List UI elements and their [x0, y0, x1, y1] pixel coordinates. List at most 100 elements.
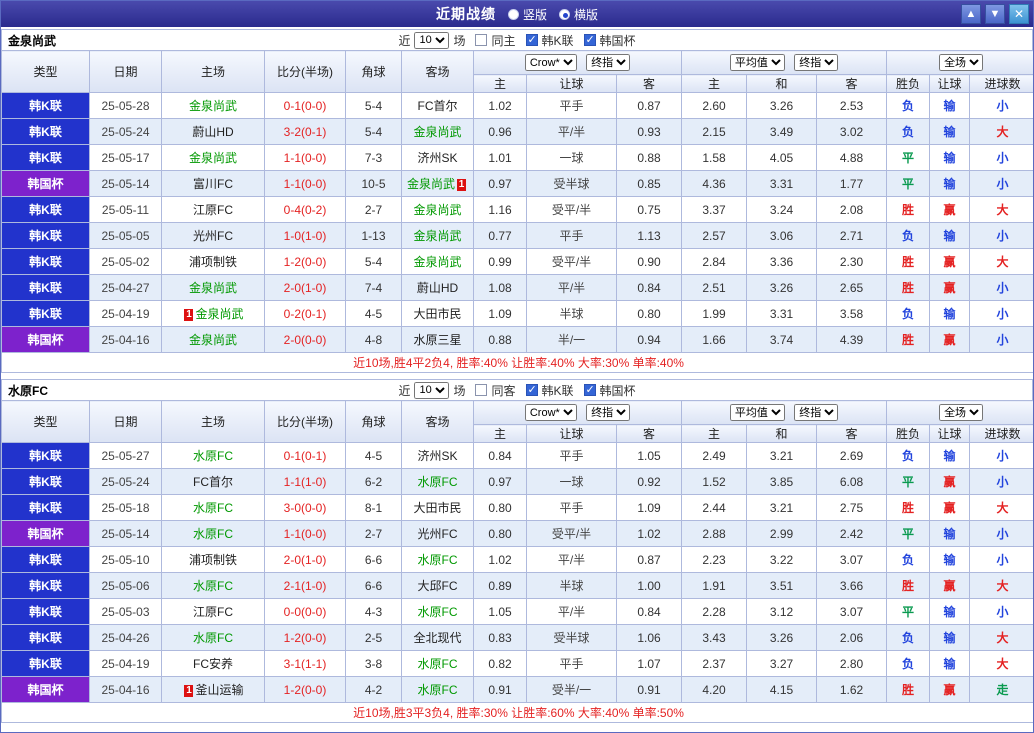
k-league-checkbox[interactable]	[525, 33, 538, 46]
avg-home-odds: 1.66	[681, 326, 748, 353]
team-link[interactable]: 光州FC	[418, 527, 458, 541]
highlighted-team-link[interactable]: 水原FC	[418, 553, 458, 567]
highlighted-team-link[interactable]: 金泉尚武	[195, 307, 243, 321]
radio-unselected-icon[interactable]	[507, 8, 519, 20]
avg-draw-odds: 3.36	[746, 248, 818, 275]
highlighted-team-link[interactable]: 金泉尚武	[413, 255, 461, 269]
team-link[interactable]: FC首尔	[193, 475, 233, 489]
team-link[interactable]: FC首尔	[418, 99, 458, 113]
close-button[interactable]: ✕	[1009, 4, 1029, 24]
korean-cup-checkbox[interactable]	[583, 33, 596, 46]
team-link[interactable]: 釜山运输	[195, 683, 243, 697]
highlighted-team-link[interactable]: 金泉尚武	[189, 151, 237, 165]
league-type-cell: 韩K联	[1, 300, 90, 327]
team-link[interactable]: 光州FC	[193, 229, 233, 243]
result-goals: 走	[969, 676, 1033, 703]
highlighted-team-link[interactable]: 水原FC	[193, 449, 233, 463]
odds-away: 1.07	[615, 650, 683, 677]
odds-home: 0.80	[473, 520, 527, 547]
scroll-down-button[interactable]: ▼	[985, 4, 1005, 24]
avg-select[interactable]: 平均值	[729, 54, 785, 71]
highlighted-team-link[interactable]: 水原FC	[193, 527, 233, 541]
layout-vertical-option[interactable]: 竖版	[507, 6, 547, 23]
team-link[interactable]: FC安养	[193, 657, 233, 671]
odds-away: 0.91	[615, 676, 683, 703]
away-team-cell: 大田市民	[401, 300, 474, 327]
team-link[interactable]: 济州SK	[417, 151, 457, 165]
home-team-cell: 江原FC	[161, 196, 265, 223]
team-link[interactable]: 济州SK	[417, 449, 457, 463]
highlighted-team-link[interactable]: 水原FC	[418, 683, 458, 697]
odds-home: 0.77	[473, 222, 527, 249]
highlighted-team-link[interactable]: 金泉尚武	[413, 203, 461, 217]
match-score: 2-0(1-0)	[264, 274, 346, 301]
odds-handicap: 半球	[526, 300, 617, 327]
avg-home-odds: 3.37	[681, 196, 748, 223]
odds-handicap: 平手	[526, 92, 617, 119]
highlighted-team-link[interactable]: 水原FC	[418, 475, 458, 489]
team-link[interactable]: 浦项制铁	[189, 553, 237, 567]
k-league-checkbox[interactable]	[525, 383, 538, 396]
odds-final-select[interactable]: 终指	[586, 404, 631, 421]
highlighted-team-link[interactable]: 金泉尚武	[189, 99, 237, 113]
league-type-cell: 韩K联	[1, 572, 90, 599]
highlighted-team-link[interactable]: 金泉尚武	[189, 333, 237, 347]
avg-final-select[interactable]: 终指	[794, 404, 839, 421]
match-score: 1-1(0-0)	[264, 170, 346, 197]
odds-away: 0.90	[615, 248, 683, 275]
corner-count: 1-13	[345, 222, 402, 249]
full-match-select[interactable]: 全场	[939, 54, 984, 71]
avg-select[interactable]: 平均值	[729, 404, 785, 421]
team-link[interactable]: 大邱FC	[418, 579, 458, 593]
highlighted-team-link[interactable]: 水原FC	[193, 579, 233, 593]
scroll-up-button[interactable]: ▲	[961, 4, 981, 24]
col-header-score: 比分(半场)	[264, 400, 346, 443]
odds-away: 1.13	[615, 222, 683, 249]
odds-source-select[interactable]: Crow*	[524, 54, 577, 71]
odds-source-select[interactable]: Crow*	[524, 404, 577, 421]
team-link[interactable]: 蔚山HD	[417, 281, 458, 295]
team-link[interactable]: 全北现代	[413, 631, 461, 645]
highlighted-team-link[interactable]: 水原FC	[418, 605, 458, 619]
odds-final-select[interactable]: 终指	[586, 54, 631, 71]
highlighted-team-link[interactable]: 金泉尚武	[413, 125, 461, 139]
team-link[interactable]: 水原三星	[413, 333, 461, 347]
highlighted-team-link[interactable]: 金泉尚武	[189, 281, 237, 295]
team-link[interactable]: 蔚山HD	[192, 125, 233, 139]
match-score: 3-0(0-0)	[264, 494, 346, 521]
avg-home-odds: 1.58	[681, 144, 748, 171]
team-link[interactable]: 浦项制铁	[189, 255, 237, 269]
avg-draw-odds: 3.12	[746, 598, 818, 625]
same-away-checkbox[interactable]	[475, 384, 488, 396]
korean-cup-checkbox[interactable]	[583, 383, 596, 396]
match-score: 0-2(0-1)	[264, 300, 346, 327]
away-team-cell: 大田市民	[401, 494, 474, 521]
match-score: 2-0(1-0)	[264, 546, 346, 573]
team-link[interactable]: 大田市民	[413, 307, 461, 321]
same-home-checkbox[interactable]	[475, 34, 488, 46]
results-body: 韩K联 25-05-27 水原FC 0-1(0-1) 4-5 济州SK 0.84 平手 1.05…	[1, 442, 1033, 703]
layout-horizontal-option[interactable]: 横版	[559, 6, 598, 23]
corner-count: 4-5	[345, 300, 402, 327]
team-link[interactable]: 江原FC	[193, 203, 233, 217]
highlighted-team-link[interactable]: 水原FC	[193, 631, 233, 645]
odds-selects-cell: Crow* 终指	[472, 50, 683, 75]
team-link[interactable]: 大田市民	[413, 501, 461, 515]
radio-selected-icon[interactable]	[559, 8, 570, 20]
korean-cup-label: 韩国杯	[599, 33, 636, 48]
match-count-select[interactable]: 10	[414, 381, 450, 399]
match-count-select[interactable]: 10	[414, 31, 450, 49]
full-match-select[interactable]: 全场	[939, 404, 984, 421]
result-handicap: 输	[929, 520, 971, 547]
team-link[interactable]: 江原FC	[193, 605, 233, 619]
highlighted-team-link[interactable]: 金泉尚武	[413, 229, 461, 243]
col-header-score: 比分(半场)	[264, 50, 346, 93]
highlighted-team-link[interactable]: 水原FC	[418, 657, 458, 671]
odds-handicap: 平/半	[526, 546, 617, 573]
team-link[interactable]: 富川FC	[193, 177, 233, 191]
avg-final-select[interactable]: 终指	[794, 54, 839, 71]
highlighted-team-link[interactable]: 金泉尚武	[407, 177, 455, 191]
avg-away-odds: 2.08	[816, 196, 888, 223]
highlighted-team-link[interactable]: 水原FC	[193, 501, 233, 515]
odds-away: 0.94	[615, 326, 683, 353]
